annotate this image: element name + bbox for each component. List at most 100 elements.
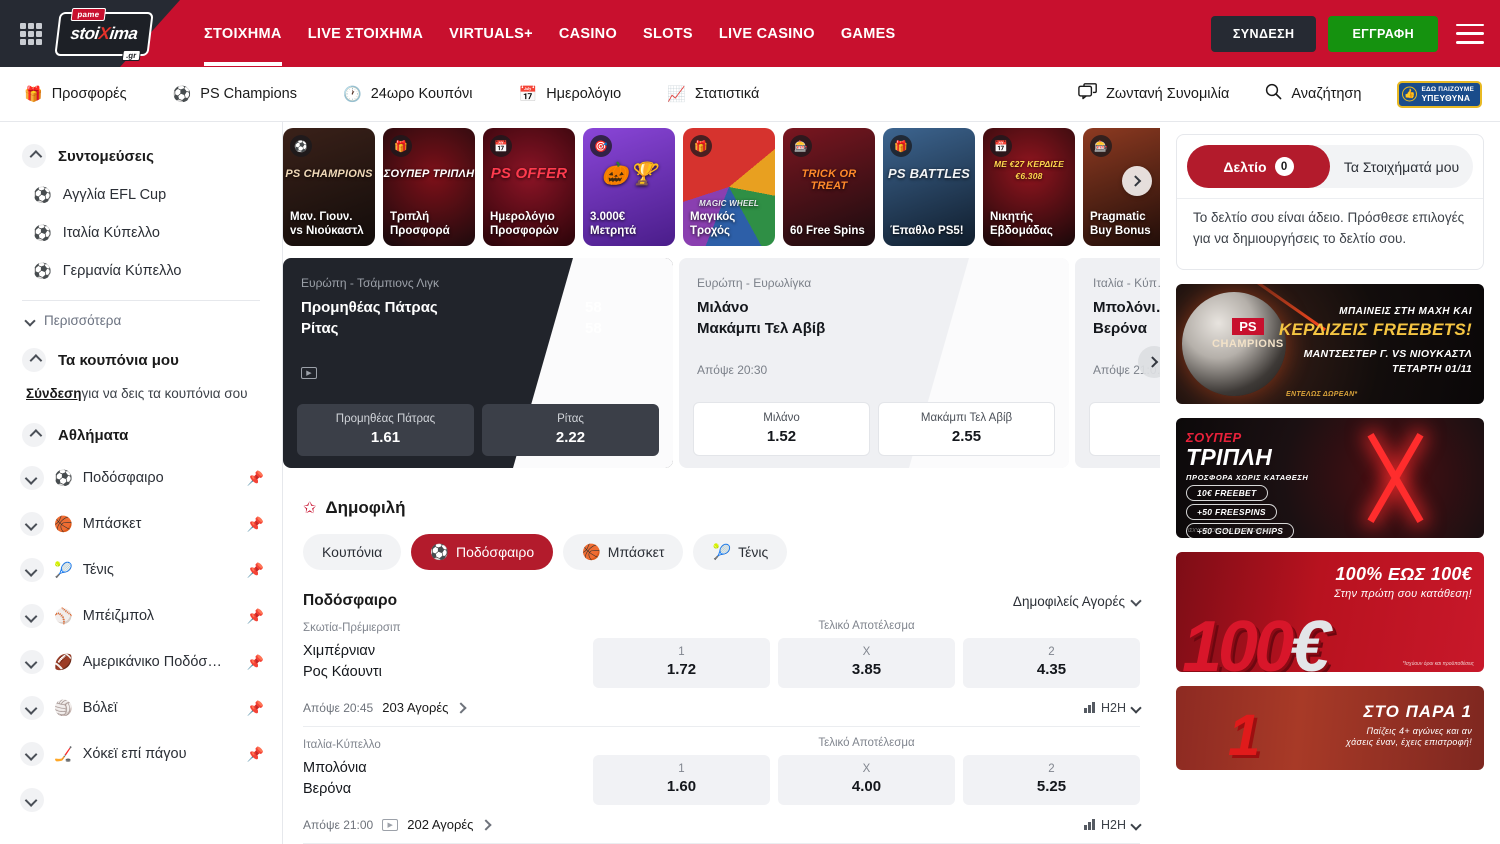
tv-stream-icon[interactable]: ▶ [382, 819, 398, 831]
banner2-footnote: *ΙΣΧΥΟΥΝ ΟΡΟΙ ΚΑΙ ΠΡΟΫΠΟΘΕΣΕΙΣ [1186, 528, 1274, 534]
sidebar-item-football[interactable]: ⚽ Ποδόσφαιρο 📌 [0, 455, 282, 501]
tv-stream-icon[interactable]: ▶ [301, 367, 317, 379]
pin-icon[interactable]: 📌 [247, 746, 264, 763]
sidebar-item-american-football[interactable]: 🏈 Αμερικάνικο Ποδόσ… 📌 [0, 639, 282, 685]
subnav-item-offers[interactable]: 🎁 Προσφορές [24, 86, 127, 102]
sidebar-item-italy-cup[interactable]: ⚽ Ιταλία Κύπελλο [0, 214, 282, 252]
login-button[interactable]: ΣΥΝΔΕΣΗ [1211, 16, 1317, 52]
nav-item-casino[interactable]: CASINO [559, 26, 617, 42]
market-selector[interactable]: Δημοφιλείς Αγορές [1013, 594, 1140, 609]
popular-header: ✩ Δημοφιλή [303, 498, 1160, 518]
pin-icon[interactable]: 📌 [247, 562, 264, 579]
subnav-item-calendar[interactable]: 📅 Ημερολόγιο [519, 86, 622, 102]
sidebar-section-my-coupons[interactable]: Τα κουπόνια μου [0, 340, 282, 380]
chevron-down-icon[interactable] [20, 604, 44, 628]
promo-card-6[interactable]: 🎰 TRICK OR TREAT 60 Free Spins [783, 128, 875, 246]
banner-deposit-bonus[interactable]: 100€ 100% ΕΩΣ 100€ Στην πρώτη σου κατάθε… [1176, 552, 1484, 672]
apps-grid-icon[interactable] [20, 23, 42, 45]
chevron-right-icon[interactable] [481, 819, 492, 830]
promo-card-1[interactable]: ⚽ PS CHAMPIONS Μαν. Γιουν. vs Νιούκαστλ [283, 128, 375, 246]
event-markets-count-2[interactable]: 202 Αγορές [407, 817, 473, 832]
sidebar-section-sports[interactable]: Αθλήματα [0, 415, 282, 455]
banner-ps-champions[interactable]: PS CHAMPIONS ΜΠΑΙΝΕΙΣ ΣΤΗ ΜΑΧΗ ΚΑΙ ΚΕΡΔΙ… [1176, 284, 1484, 404]
pin-icon[interactable]: 📌 [247, 470, 264, 487]
pin-icon[interactable]: 📌 [247, 608, 264, 625]
promo-card-7[interactable]: 🎁 PS BATTLES Έπαθλο PS5! [883, 128, 975, 246]
sidebar-item-tennis[interactable]: 🎾 Τένις 📌 [0, 547, 282, 593]
chevron-down-icon[interactable] [20, 558, 44, 582]
sidebar-item-efl-cup[interactable]: ⚽ Αγγλία EFL Cup [0, 176, 282, 214]
odd-button-away-2[interactable]: Μακάμπι Τελ Αβίβ 2.55 [878, 402, 1055, 456]
sidebar-item-baseball[interactable]: ⚾ Μπέιζμπολ 📌 [0, 593, 282, 639]
match-home-team-2: Μιλάνο [697, 299, 749, 316]
responsible-gaming-badge[interactable]: 👍 ΕΔΩ ΠΑΙΖΟΥΜΕ ΥΠΕΥΘΥΝΑ [1397, 81, 1482, 108]
coupons-login-link[interactable]: Σύνδεση [26, 386, 82, 401]
event-odd-1-home[interactable]: 1 1.72 [593, 638, 770, 688]
chevron-down-icon[interactable] [20, 650, 44, 674]
promo-carousel-next-button[interactable] [1122, 166, 1152, 196]
search-button[interactable]: Αναζήτηση [1265, 83, 1361, 105]
odd-button-home-1[interactable]: Προμηθέας Πάτρας 1.61 [297, 404, 474, 456]
chevron-down-icon[interactable] [20, 696, 44, 720]
sidebar-item-partial[interactable] [0, 777, 282, 823]
subnav-item-statistics[interactable]: 📈 Στατιστικά [667, 86, 759, 102]
chevron-down-icon[interactable] [20, 512, 44, 536]
match-odds-2: Μιλάνο 1.52 Μακάμπι Τελ Αβίβ 2.55 [693, 402, 1055, 456]
promo-card-5[interactable]: 🎁 MAGIC WHEEL Μαγικός Τροχός [683, 128, 775, 246]
tab-my-bets[interactable]: Τα Στοιχήματά μου [1330, 145, 1473, 188]
tab-football[interactable]: ⚽ Ποδόσφαιρο [411, 534, 553, 570]
promo-card-8[interactable]: 📅 ΜΕ €27 ΚΕΡΔΙΣΕ €6.308 Νικητής Εβδομάδα… [983, 128, 1075, 246]
hamburger-menu-icon[interactable] [1456, 24, 1484, 44]
nav-item-virtuals[interactable]: VIRTUALS+ [449, 26, 533, 42]
chevron-right-icon[interactable] [456, 702, 467, 713]
live-chat-button[interactable]: Ζωντανή Συνομιλία [1078, 83, 1229, 105]
nav-item-games[interactable]: GAMES [841, 26, 896, 42]
nav-item-slots[interactable]: SLOTS [643, 26, 693, 42]
odd-value-away-2: 2.55 [883, 428, 1050, 445]
sidebar-item-germany-cup[interactable]: ⚽ Γερμανία Κύπελλο [0, 252, 282, 290]
tab-coupons[interactable]: Κουπόνια [303, 534, 401, 570]
pin-icon[interactable]: 📌 [247, 700, 264, 717]
event-odd-2-draw[interactable]: X 4.00 [778, 755, 955, 805]
pin-icon[interactable]: 📌 [247, 654, 264, 671]
site-logo[interactable]: pame stoiXima .gr [56, 11, 152, 57]
sidebar-item-volleyball[interactable]: 🏐 Βόλεϊ 📌 [0, 685, 282, 731]
match-card-2[interactable]: Ευρώπη - Ευρωλίγκα Μιλάνο Μακάμπι Τελ Αβ… [679, 258, 1069, 468]
sidebar-item-ice-hockey[interactable]: 🏒 Χόκεϊ επί πάγου 📌 [0, 731, 282, 777]
pin-icon[interactable]: 📌 [247, 516, 264, 533]
event-odd-2-away[interactable]: 2 5.25 [963, 755, 1140, 805]
promo-card-4[interactable]: 🎯 🎃🏆 3.000€ Μετρητά [583, 128, 675, 246]
promo-card-2[interactable]: 🎁 ΣΟΥΠΕΡ ΤΡΙΠΛΗ Τριπλή Προσφορά [383, 128, 475, 246]
odd-button-home-2[interactable]: Μιλάνο 1.52 [693, 402, 870, 456]
chevron-down-icon[interactable] [20, 788, 44, 812]
signup-button[interactable]: ΕΓΓΡΑΦΗ [1328, 16, 1438, 52]
nav-item-live-casino[interactable]: LIVE CASINO [719, 26, 815, 42]
nav-item-stoixima[interactable]: ΣΤΟΙΧΗΜΑ [204, 26, 282, 42]
event-odd-1-away[interactable]: 2 4.35 [963, 638, 1140, 688]
subnav-item-24h-coupon[interactable]: 🕐 24ωρο Κουπόνι [343, 86, 473, 102]
event-h2h-button-2[interactable]: H2H [1084, 818, 1140, 832]
event-odd-1-draw[interactable]: X 3.85 [778, 638, 955, 688]
sidebar-section-shortcuts[interactable]: Συντομεύσεις [0, 136, 282, 176]
event-odd-2-home[interactable]: 1 1.60 [593, 755, 770, 805]
banner3-big-euro: € [1290, 607, 1326, 672]
banner4-line1: ΣΤΟ ΠΑΡΑ 1 [1346, 702, 1472, 722]
nav-item-live-stoixima[interactable]: LIVE ΣΤΟΙΧΗΜΑ [308, 26, 423, 42]
tab-betslip[interactable]: Δελτίο 0 [1187, 145, 1330, 188]
banner-super-triple[interactable]: ΣΟΥΠΕΡ ΤΡΙΠΛΗ ΠΡΟΣΦΟΡΑ ΧΩΡΙΣ ΚΑΤΑΘΕΣΗ 10… [1176, 418, 1484, 538]
tab-basketball[interactable]: 🏀 Μπάσκετ [563, 534, 683, 570]
match-card-1[interactable]: Ευρώπη - Τσάμπιονς Λιγκ Προμηθέας Πάτρας… [283, 258, 673, 468]
sidebar-more-button[interactable]: Περισσότερα [0, 301, 282, 340]
promo-card-3[interactable]: 📅 PS OFFER Ημερολόγιο Προσφορών [483, 128, 575, 246]
tab-tennis[interactable]: 🎾 Τένις [693, 534, 787, 570]
subnav-item-ps-champions[interactable]: ⚽ PS Champions [173, 86, 297, 102]
chevron-down-icon[interactable] [20, 742, 44, 766]
promo-caption-6: 60 Free Spins [783, 224, 875, 246]
event-h2h-button-1[interactable]: H2H [1084, 701, 1140, 715]
sidebar-item-basketball[interactable]: 🏀 Μπάσκετ 📌 [0, 501, 282, 547]
event-markets-count-1[interactable]: 203 Αγορές [382, 700, 448, 715]
odd-button-home-3[interactable]: 1 1.6 [1089, 402, 1160, 456]
chevron-down-icon[interactable] [20, 466, 44, 490]
banner-sto-para-1[interactable]: 1 ΣΤΟ ΠΑΡΑ 1 Παίζεις 4+ αγώνες και αν χά… [1176, 686, 1484, 770]
odd-button-away-1[interactable]: Ρίτας 2.22 [482, 404, 659, 456]
